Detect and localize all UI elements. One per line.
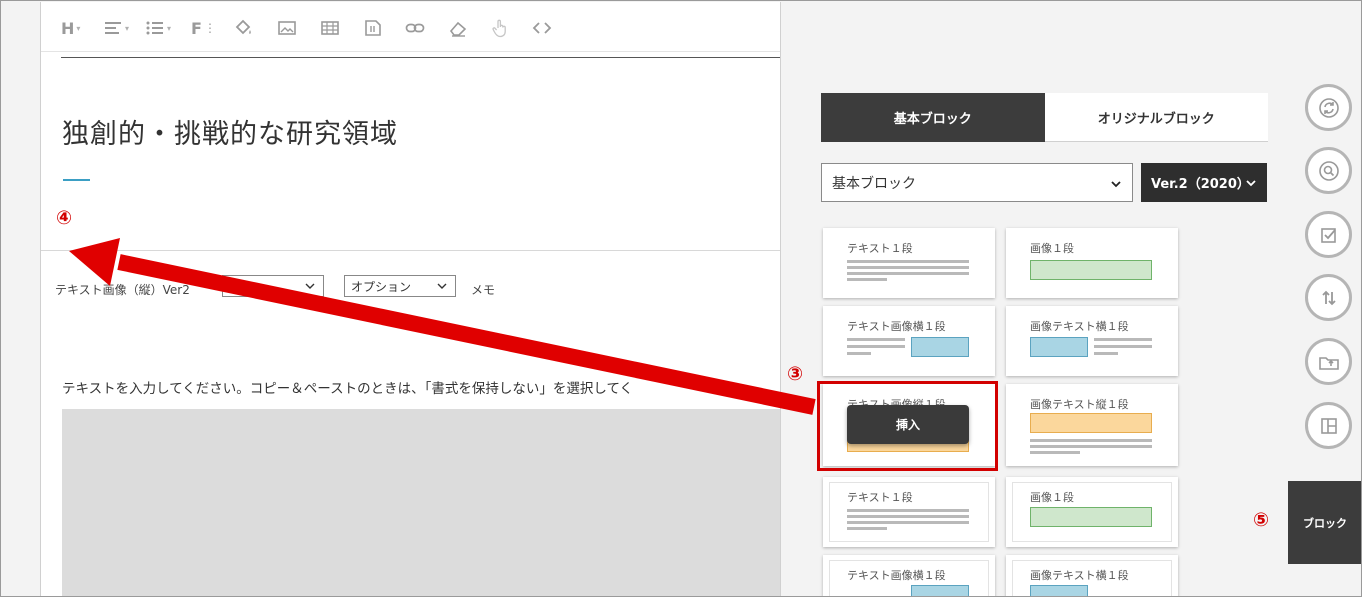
source-code-button[interactable]: [532, 16, 552, 40]
text-line-graphic: [847, 278, 887, 281]
block-card-text-image-horizontal[interactable]: テキスト画像横１段: [823, 306, 995, 376]
image-graphic: [1030, 585, 1088, 597]
text-line-graphic: [847, 272, 969, 275]
editor-pane: H ▾ ▾ ▾ F ⋮ 独創的・挑戦的な研究領域 テキスト画像（縦）Ver2 オ…: [40, 2, 781, 597]
zoom-button[interactable]: [1305, 147, 1352, 194]
block-card-text-image-horizontal-bordered[interactable]: テキスト画像横１段: [823, 555, 995, 597]
image-graphic: [1030, 413, 1152, 433]
annotation-5: ⑤: [1253, 509, 1270, 531]
pointer-tool-button[interactable]: [490, 16, 510, 40]
image-tool-button[interactable]: [277, 16, 297, 40]
table-tool-button[interactable]: [320, 16, 340, 40]
folder-upload-icon: [1318, 356, 1339, 370]
block-panel-toggle[interactable]: ブロック: [1288, 481, 1362, 564]
block-category-select[interactable]: 基本ブロック: [821, 163, 1133, 202]
sort-button[interactable]: [1305, 274, 1352, 321]
page-title[interactable]: 独創的・挑戦的な研究領域: [62, 112, 398, 151]
text-line-graphic: [1094, 352, 1118, 355]
text-line-graphic: [1094, 338, 1152, 341]
align-left-icon: [105, 22, 121, 34]
list-tool-button[interactable]: ▾: [145, 16, 171, 40]
zoom-icon: [1318, 160, 1339, 181]
block-separator: [41, 250, 780, 251]
check-icon: [1320, 227, 1336, 243]
folder-upload-button[interactable]: [1305, 338, 1352, 385]
text-line-graphic: [1030, 445, 1152, 448]
version-select[interactable]: Ver.2（2020）: [1141, 163, 1267, 202]
tab-basic-blocks[interactable]: 基本ブロック: [821, 93, 1045, 142]
text-input-placeholder[interactable]: テキストを入力してください。コピー＆ペーストのときは、「書式を保持しない」を選択…: [62, 377, 633, 397]
block-card-image-1[interactable]: 画像１段: [1006, 228, 1178, 298]
file-link-icon: [365, 20, 381, 36]
annotation-3: ③: [787, 363, 804, 385]
table-icon: [321, 21, 339, 35]
text-line-graphic: [847, 515, 969, 518]
align-tool-button[interactable]: ▾: [103, 16, 129, 40]
tab-original-blocks[interactable]: オリジナルブロック: [1044, 93, 1268, 142]
text-line-graphic: [847, 266, 969, 269]
chevron-down-icon: [1246, 180, 1256, 187]
block-card-image-1-bordered[interactable]: 画像１段: [1006, 477, 1178, 547]
highlight-box: [817, 381, 998, 471]
hand-pointer-icon: [492, 19, 506, 38]
text-line-graphic: [1030, 451, 1080, 454]
chevron-down-icon: [1111, 181, 1121, 188]
check-button[interactable]: [1305, 211, 1352, 258]
memo-link[interactable]: メモ: [471, 281, 495, 298]
image-graphic: [1030, 337, 1088, 357]
text-line-graphic: [1030, 439, 1152, 442]
paint-bucket-icon: [235, 19, 251, 35]
text-line-graphic: [847, 345, 905, 348]
text-line-graphic: [847, 338, 905, 341]
layout-button[interactable]: [1305, 402, 1352, 449]
text-line-graphic: [847, 509, 969, 512]
fill-color-button[interactable]: [233, 16, 253, 40]
block-card-image-text-horizontal[interactable]: 画像テキスト横１段: [1006, 306, 1178, 376]
list-icon: [146, 21, 163, 35]
annotation-4: ④: [56, 207, 73, 229]
link-tool-button[interactable]: [405, 16, 425, 40]
block-style-select[interactable]: [222, 275, 324, 297]
eraser-icon: [449, 21, 467, 37]
text-line-graphic: [847, 352, 871, 355]
text-line-graphic: [847, 521, 969, 524]
link-icon: [405, 23, 425, 33]
block-type-label: テキスト画像（縦）Ver2: [55, 283, 190, 297]
image-graphic: [1030, 507, 1152, 527]
font-tool-button[interactable]: F ⋮: [191, 16, 216, 40]
refresh-button[interactable]: [1305, 84, 1352, 131]
sort-icon: [1321, 290, 1336, 305]
chevron-down-icon: [305, 283, 315, 289]
file-tool-button[interactable]: [363, 16, 383, 40]
block-card-image-text-horizontal-bordered[interactable]: 画像テキスト横１段: [1006, 555, 1178, 597]
heading-rule: [61, 57, 780, 58]
block-tabs: 基本ブロック オリジナルブロック: [821, 93, 1268, 142]
layout-icon: [1320, 417, 1337, 434]
image-graphic: [911, 585, 969, 597]
image-placeholder-area[interactable]: [62, 409, 780, 597]
eraser-tool-button[interactable]: [448, 16, 468, 40]
block-card-text-1-bordered[interactable]: テキスト１段: [823, 477, 995, 547]
image-graphic: [911, 337, 969, 357]
heading-tool-button[interactable]: H ▾: [61, 16, 80, 40]
image-folder-icon: [278, 21, 296, 35]
text-line-graphic: [847, 260, 969, 263]
block-card-image-text-vertical[interactable]: 画像テキスト縦１段: [1006, 384, 1178, 466]
option-select[interactable]: オプション: [344, 275, 456, 297]
refresh-icon: [1318, 97, 1339, 118]
text-line-graphic: [847, 527, 887, 530]
code-icon: [532, 22, 552, 34]
image-graphic: [1030, 260, 1152, 280]
block-card-text-1[interactable]: テキスト１段: [823, 228, 995, 298]
chevron-down-icon: [437, 283, 447, 289]
title-accent-line: [63, 179, 90, 181]
text-line-graphic: [1094, 345, 1152, 348]
editor-toolbar: H ▾ ▾ ▾ F ⋮: [41, 2, 780, 52]
